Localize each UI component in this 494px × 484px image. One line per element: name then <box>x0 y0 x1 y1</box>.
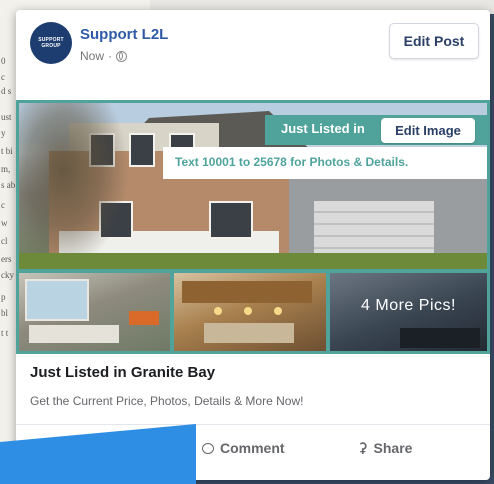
bg-text-fragment: m, <box>1 164 11 174</box>
bg-text-fragment: cl <box>1 236 8 246</box>
post-meta: Now · <box>80 49 128 63</box>
bg-text-fragment: cky <box>1 270 14 280</box>
photo-tree <box>19 103 129 269</box>
photo-window <box>209 201 253 239</box>
edit-image-button[interactable]: Edit Image <box>381 118 475 143</box>
thumb-island <box>204 323 294 343</box>
kitchen-thumbnail[interactable] <box>174 273 326 351</box>
page-name-link[interactable]: Support L2L <box>80 26 168 43</box>
bg-text-fragment: 0 <box>1 56 6 66</box>
living-room-thumbnail[interactable] <box>19 273 170 351</box>
thumb-pendant-light <box>274 307 282 315</box>
bg-text-fragment: t t <box>1 328 9 338</box>
globe-icon <box>116 50 128 62</box>
edit-post-button[interactable]: Edit Post <box>389 23 479 59</box>
thumb-fireplace <box>129 311 159 325</box>
comment-label: Comment <box>220 440 285 456</box>
bg-text-fragment: t bi <box>1 146 13 156</box>
text-banner-label: Text 10001 to 25678 for Photos & Details… <box>175 155 409 169</box>
bg-text-fragment: w <box>1 218 8 228</box>
comment-button[interactable]: Comment <box>202 440 285 456</box>
bg-text-fragment: d s <box>1 86 12 96</box>
bg-text-fragment: ust <box>1 112 12 122</box>
bg-text-fragment: bl <box>1 308 9 318</box>
thumb-pendant-light <box>244 307 252 315</box>
bg-text-fragment: s ab <box>1 180 16 190</box>
house-exterior-photo[interactable]: Just Listed in Edit Image Text 10001 to … <box>19 103 487 269</box>
photo-lawn <box>19 253 487 269</box>
thumb-pendant-light <box>214 307 222 315</box>
more-pics-label: 4 More Pics! <box>361 297 456 314</box>
comment-icon <box>202 442 214 454</box>
listing-image-frame: Just Listed in Edit Image Text 10001 to … <box>16 100 490 354</box>
photo-window <box>129 133 155 167</box>
post-time[interactable]: Now <box>80 49 104 63</box>
facebook-post-card: SUPPORT GROUP Support L2L Now · Edit Pos… <box>16 10 490 480</box>
thumb-cabinets <box>182 281 312 303</box>
bg-text-fragment: ers <box>1 254 12 264</box>
footer-divider <box>16 424 490 425</box>
thumb-furniture <box>400 328 480 348</box>
link-headline[interactable]: Just Listed in Granite Bay <box>30 364 215 381</box>
bg-text-fragment: c <box>1 200 5 210</box>
more-pics-thumbnail[interactable]: 4 More Pics! <box>330 273 487 351</box>
share-label: Share <box>373 440 413 456</box>
just-listed-label: Just Listed in <box>281 121 365 136</box>
bg-text-fragment: y <box>1 128 6 138</box>
thumb-sofa <box>29 325 119 343</box>
thumb-window <box>25 279 89 321</box>
share-icon: ⚳ <box>358 440 368 455</box>
bg-text-fragment: p <box>1 292 6 302</box>
link-description: Get the Current Price, Photos, Details &… <box>30 394 304 408</box>
share-button[interactable]: ⚳ Share <box>358 440 412 456</box>
page-avatar[interactable]: SUPPORT GROUP <box>30 22 72 64</box>
bg-text-fragment: c <box>1 72 5 82</box>
meta-separator: · <box>108 49 113 63</box>
avatar-text-line: GROUP <box>41 43 61 49</box>
